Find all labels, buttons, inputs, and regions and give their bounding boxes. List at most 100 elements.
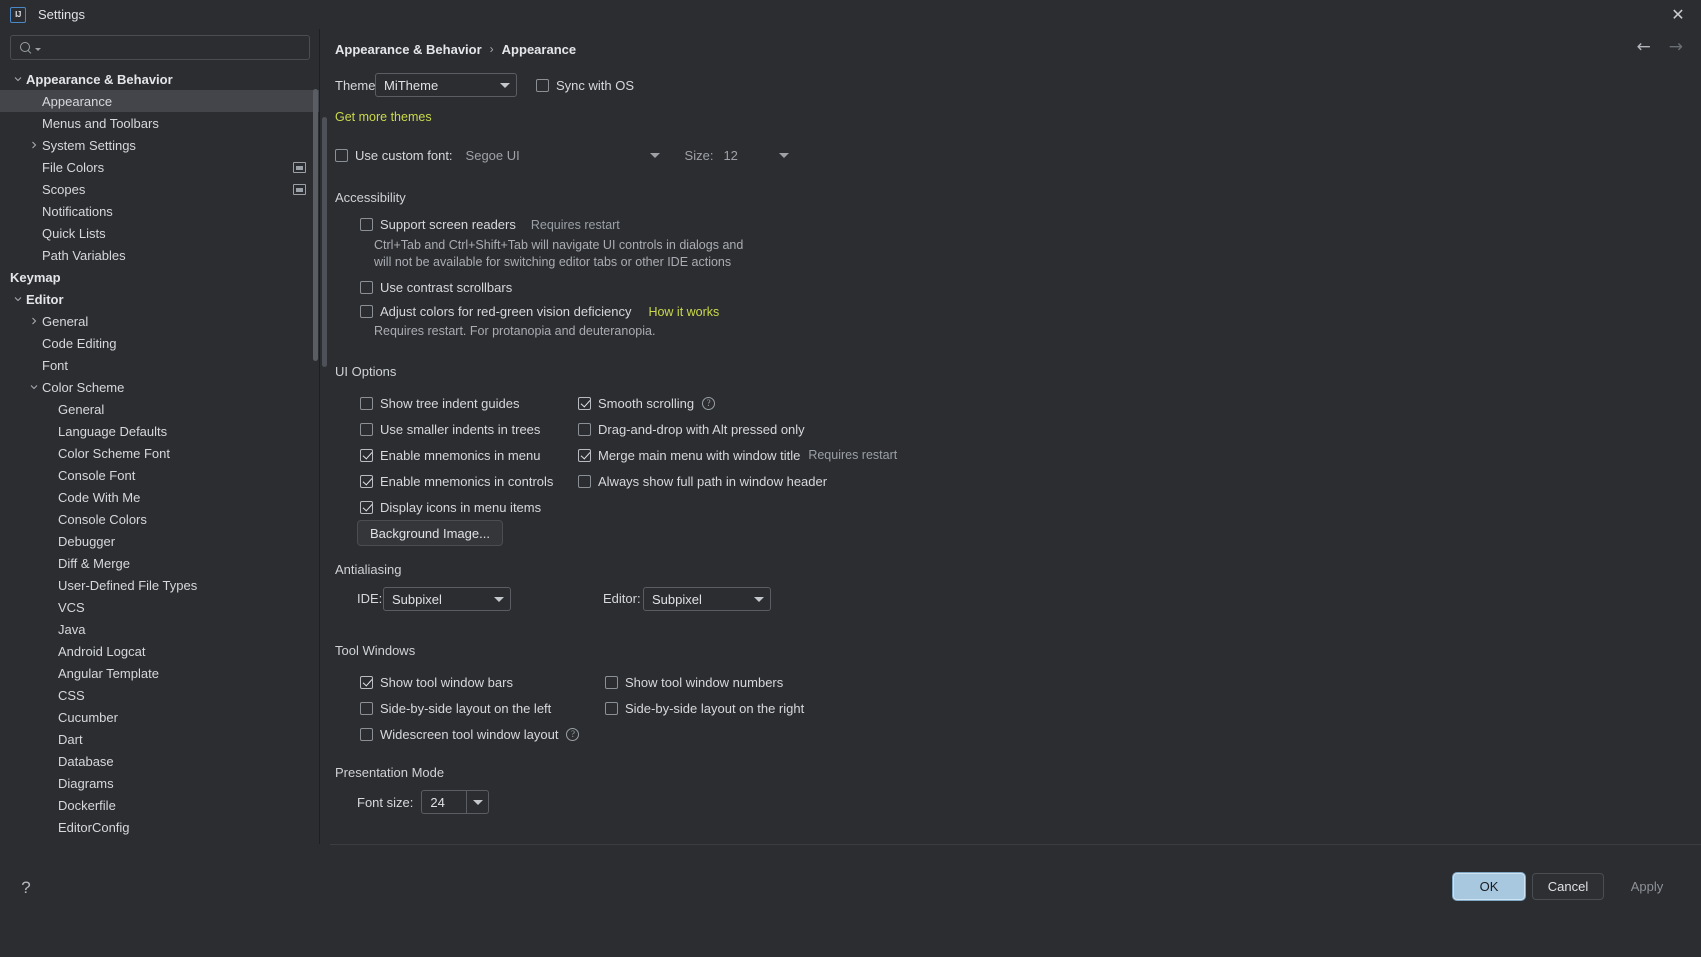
- sidebar-item-keymap[interactable]: Keymap: [0, 266, 320, 288]
- sidebar-item-menus-and-toolbars[interactable]: Menus and Toolbars: [0, 112, 320, 134]
- dialog-footer: ? OK Cancel Apply: [0, 844, 1701, 957]
- sidebar-item-diff-merge[interactable]: Diff & Merge: [0, 552, 320, 574]
- presentation-font-size-select[interactable]: 24: [421, 790, 490, 814]
- use-custom-font-checkbox[interactable]: Use custom font:: [335, 148, 453, 163]
- search-input[interactable]: [41, 39, 303, 56]
- get-more-themes-link[interactable]: Get more themes: [335, 110, 432, 124]
- sidebar-item-general[interactable]: General: [0, 310, 320, 332]
- sidebar-item-cucumber[interactable]: Cucumber: [0, 706, 320, 728]
- adjust-colors-red-green-checkbox[interactable]: Adjust colors for red-green vision defic…: [360, 304, 631, 319]
- checkbox-label: Display icons in menu items: [380, 499, 542, 515]
- sidebar-item-code-editing[interactable]: Code Editing: [0, 332, 320, 354]
- enable-mnemonics-in-controls-checkbox[interactable]: Enable mnemonics in controls: [360, 474, 553, 489]
- sidebar-item-general[interactable]: General: [0, 398, 320, 420]
- use-contrast-scrollbars-checkbox[interactable]: Use contrast scrollbars: [360, 280, 512, 295]
- sidebar-item-notifications[interactable]: Notifications: [0, 200, 320, 222]
- widescreen-tool-window-layout-checkbox[interactable]: Widescreen tool window layout: [360, 727, 558, 742]
- sidebar-item-java[interactable]: Java: [0, 618, 320, 640]
- use-smaller-indents-in-trees-checkbox[interactable]: Use smaller indents in trees: [360, 422, 540, 437]
- sidebar-item-language-defaults[interactable]: Language Defaults: [0, 420, 320, 442]
- sidebar-item-color-scheme[interactable]: Color Scheme: [0, 376, 320, 398]
- chevron-down-icon[interactable]: [10, 295, 26, 303]
- show-tool-window-bars-checkbox[interactable]: Show tool window bars: [360, 675, 513, 690]
- font-size-select[interactable]: 12: [723, 144, 795, 166]
- merge-main-menu-with-window-title-checkbox[interactable]: Merge main menu with window title: [578, 448, 800, 463]
- background-image-button[interactable]: Background Image...: [357, 520, 503, 546]
- sidebar-item-editor[interactable]: Editor: [0, 288, 320, 310]
- red-green-description: Requires restart. For protanopia and deu…: [374, 324, 656, 338]
- checkbox-box: [536, 78, 549, 92]
- screen-readers-description-line1: Ctrl+Tab and Ctrl+Shift+Tab will navigat…: [374, 238, 744, 252]
- always-show-full-path-in-window-header-checkbox[interactable]: Always show full path in window header: [578, 474, 827, 489]
- sidebar-item-color-scheme-font[interactable]: Color Scheme Font: [0, 442, 320, 464]
- sidebar-item-android-logcat[interactable]: Android Logcat: [0, 640, 320, 662]
- chevron-down-icon[interactable]: [10, 75, 26, 83]
- antialiasing-editor-select[interactable]: Subpixel: [643, 587, 771, 611]
- sidebar-item-dockerfile[interactable]: Dockerfile: [0, 794, 320, 816]
- sidebar-item-scopes[interactable]: Scopes: [0, 178, 320, 200]
- help-icon[interactable]: ?: [566, 727, 580, 741]
- sidebar-item-dart[interactable]: Dart: [0, 728, 320, 750]
- sidebar-scrollbar[interactable]: [313, 89, 318, 361]
- forward-arrow-icon[interactable]: →: [1669, 39, 1683, 56]
- show-tree-indent-guides-checkbox[interactable]: Show tree indent guides: [360, 396, 519, 411]
- enable-mnemonics-in-menu-checkbox[interactable]: Enable mnemonics in menu: [360, 448, 540, 463]
- sidebar-item-label: Appearance & Behavior: [26, 71, 173, 87]
- antialiasing-editor-label: Editor:: [603, 591, 641, 606]
- settings-tree[interactable]: Appearance & Behavior Appearance Menus and…: [0, 68, 320, 844]
- sidebar-item-system-settings[interactable]: System Settings: [0, 134, 320, 156]
- checkbox-box: [605, 701, 618, 715]
- help-icon[interactable]: ?: [702, 396, 716, 410]
- checkbox-row: Display icons in menu items: [360, 494, 553, 520]
- chevron-right-icon[interactable]: [26, 141, 42, 149]
- sidebar-item-path-variables[interactable]: Path Variables: [0, 244, 320, 266]
- sidebar-item-console-font[interactable]: Console Font: [0, 464, 320, 486]
- show-tool-window-numbers-checkbox[interactable]: Show tool window numbers: [605, 675, 783, 690]
- font-family-select[interactable]: Segoe UI: [466, 144, 666, 166]
- sidebar-item-label: Console Colors: [58, 511, 147, 527]
- sidebar-item-label: Java: [58, 621, 86, 637]
- ok-button[interactable]: OK: [1453, 873, 1525, 900]
- help-icon[interactable]: ?: [16, 878, 36, 898]
- breadcrumb-parent[interactable]: Appearance & Behavior: [335, 42, 482, 57]
- sync-with-os-checkbox[interactable]: Sync with OS: [536, 78, 634, 93]
- support-screen-readers-checkbox[interactable]: Support screen readers: [360, 217, 516, 232]
- side-by-side-layout-on-the-right-checkbox[interactable]: Side-by-side layout on the right: [605, 701, 804, 716]
- apply-button[interactable]: Apply: [1611, 873, 1683, 900]
- close-icon[interactable]: ✕: [1655, 0, 1701, 29]
- contrast-scrollbars-row: Use contrast scrollbars: [360, 280, 1701, 295]
- sidebar-item-appearance-behavior[interactable]: Appearance & Behavior: [0, 68, 320, 90]
- chevron-down-icon[interactable]: [26, 383, 42, 391]
- drag-and-drop-with-alt-pressed-only-checkbox[interactable]: Drag-and-drop with Alt pressed only: [578, 422, 805, 437]
- side-by-side-layout-on-the-left-checkbox[interactable]: Side-by-side layout on the left: [360, 701, 551, 716]
- antialiasing-ide-select[interactable]: Subpixel: [383, 587, 511, 611]
- checkbox-row: Side-by-side layout on the left: [360, 695, 579, 721]
- sidebar-item-diagrams[interactable]: Diagrams: [0, 772, 320, 794]
- support-screen-readers-label: Support screen readers: [380, 217, 516, 232]
- display-icons-in-menu-items-checkbox[interactable]: Display icons in menu items: [360, 500, 541, 515]
- sidebar-item-css[interactable]: CSS: [0, 684, 320, 706]
- search-box[interactable]: [10, 35, 310, 60]
- sidebar-item-code-with-me[interactable]: Code With Me: [0, 486, 320, 508]
- sidebar-item-quick-lists[interactable]: Quick Lists: [0, 222, 320, 244]
- how-it-works-link[interactable]: How it works: [648, 305, 719, 319]
- sidebar-item-vcs[interactable]: VCS: [0, 596, 320, 618]
- sidebar-item-appearance[interactable]: Appearance: [0, 90, 320, 112]
- chevron-right-icon[interactable]: [26, 317, 42, 325]
- sidebar-item-editorconfig[interactable]: EditorConfig: [0, 816, 320, 838]
- theme-select[interactable]: MiTheme: [375, 73, 517, 97]
- footer-divider: [330, 844, 1701, 845]
- sidebar-item-label: Angular Template: [58, 665, 159, 681]
- sidebar-item-user-defined-file-types[interactable]: User-Defined File Types: [0, 574, 320, 596]
- back-arrow-icon[interactable]: ←: [1637, 39, 1651, 56]
- content-scrollbar[interactable]: [322, 117, 327, 367]
- sidebar-item-angular-template[interactable]: Angular Template: [0, 662, 320, 684]
- sidebar-item-font[interactable]: Font: [0, 354, 320, 376]
- sidebar-item-console-colors[interactable]: Console Colors: [0, 508, 320, 530]
- smooth-scrolling-checkbox[interactable]: Smooth scrolling: [578, 396, 694, 411]
- sidebar-item-database[interactable]: Database: [0, 750, 320, 772]
- settings-sidebar: Appearance & Behavior Appearance Menus and…: [0, 29, 320, 844]
- cancel-button[interactable]: Cancel: [1532, 873, 1604, 900]
- sidebar-item-file-colors[interactable]: File Colors: [0, 156, 320, 178]
- sidebar-item-debugger[interactable]: Debugger: [0, 530, 320, 552]
